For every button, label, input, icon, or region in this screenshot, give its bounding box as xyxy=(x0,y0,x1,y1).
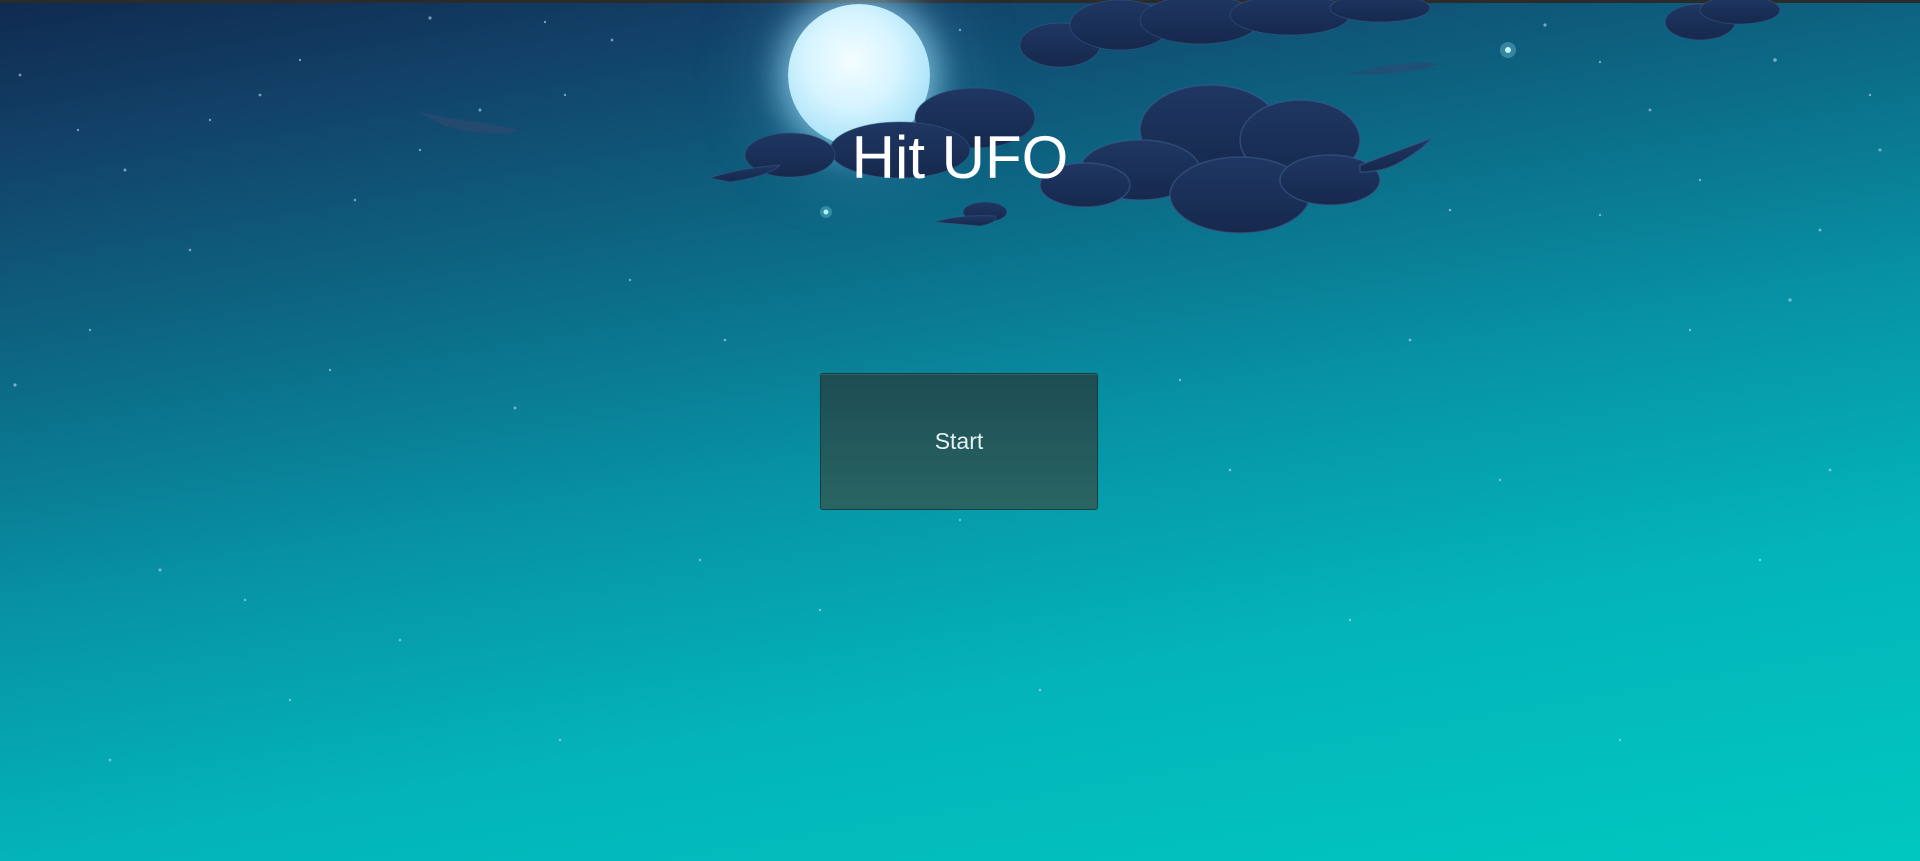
start-button[interactable]: Start xyxy=(820,373,1098,510)
game-background: Hit UFO Start xyxy=(0,0,1920,861)
cloud-icon xyxy=(934,201,1008,227)
cloud-icon xyxy=(1019,0,1431,68)
start-button-label: Start xyxy=(934,428,984,454)
game-title: Hit UFO xyxy=(851,124,1069,191)
cloud-icon xyxy=(1664,0,1781,41)
bird-silhouette-icon xyxy=(418,112,520,134)
bird-silhouette-icon xyxy=(1345,62,1440,75)
